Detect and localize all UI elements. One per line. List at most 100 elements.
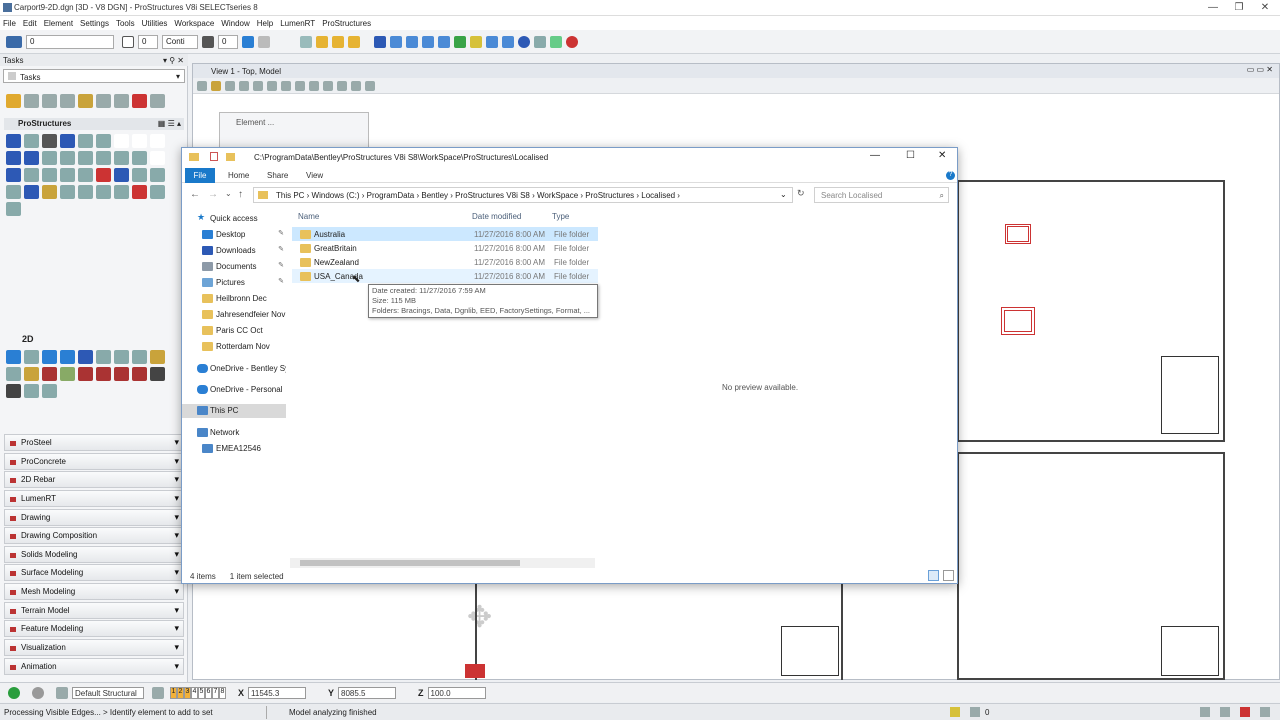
view-2-button[interactable]: 2 <box>177 686 184 699</box>
snap-mode-icon[interactable] <box>1200 707 1210 717</box>
nav-onedrive-bentley[interactable]: OneDrive - Bentley Sy <box>182 362 286 376</box>
close-icon[interactable]: ✕ <box>1252 0 1278 16</box>
pin-icon[interactable]: ✎ <box>278 229 284 237</box>
nav-paris[interactable]: Paris CC Oct <box>182 324 286 338</box>
info-icon[interactable] <box>518 35 530 48</box>
tab-view[interactable]: View <box>306 171 323 180</box>
tab-home[interactable]: Home <box>228 171 249 180</box>
filter-icon[interactable] <box>78 185 93 199</box>
group-animation[interactable]: Animation <box>4 658 184 675</box>
section-icon[interactable] <box>60 185 75 199</box>
nav-rotterdam[interactable]: Rotterdam Nov <box>182 340 286 354</box>
scissors-tool-icon[interactable] <box>150 94 165 108</box>
refresh-icon[interactable]: ↻ <box>797 188 805 199</box>
element-dialog[interactable]: Element ... <box>219 112 369 148</box>
menu-element[interactable]: Element <box>44 19 73 28</box>
move-icon[interactable] <box>316 35 328 48</box>
group-terrain-model[interactable]: Terrain Model <box>4 602 184 619</box>
align-icon[interactable] <box>348 35 360 48</box>
column-type[interactable]: Type <box>552 212 569 221</box>
prostructures-section-header[interactable]: ProStructures ▦ ☰ ▴ <box>4 118 184 130</box>
group-drawing[interactable]: Drawing <box>4 509 184 526</box>
measure-icon[interactable] <box>486 35 498 48</box>
group-solids-modeling[interactable]: Solids Modeling <box>4 546 184 563</box>
nav-pictures[interactable]: Pictures ✎ <box>182 276 286 290</box>
priority-icon[interactable] <box>258 35 270 48</box>
shape-icon[interactable] <box>24 151 39 165</box>
forward-icon[interactable]: → <box>208 189 218 200</box>
dim-icon[interactable] <box>114 185 129 199</box>
copy-icon[interactable] <box>332 35 344 48</box>
group-2d-rebar[interactable]: 2D Rebar <box>4 471 184 488</box>
view-prev-icon[interactable] <box>323 80 333 91</box>
group-mesh-modeling[interactable]: Mesh Modeling <box>4 583 184 600</box>
erase-icon[interactable] <box>132 185 147 199</box>
view-attr-icon[interactable] <box>197 80 207 91</box>
clip-icon[interactable] <box>351 80 361 91</box>
fit-view-icon[interactable] <box>281 80 291 91</box>
column-date[interactable]: Date modified <box>472 212 521 221</box>
close-icon[interactable]: ✕ <box>938 150 946 161</box>
transparency-icon[interactable] <box>242 35 254 48</box>
plan-icon[interactable] <box>78 350 93 364</box>
arrow-icon[interactable] <box>96 350 111 364</box>
query-icon[interactable] <box>114 168 129 182</box>
snap-icon[interactable] <box>502 35 514 48</box>
zoom-icon[interactable] <box>6 202 21 216</box>
zoom-out-icon[interactable] <box>253 80 263 91</box>
settings2-icon[interactable] <box>6 384 21 398</box>
scrollbar-thumb[interactable] <box>300 560 520 566</box>
properties-icon[interactable] <box>210 152 218 161</box>
help-icon[interactable]: ? <box>946 171 955 180</box>
chevron-down-icon[interactable]: ⌄ <box>225 189 232 198</box>
menu-lumenrt[interactable]: LumenRT <box>280 19 315 28</box>
menu-workspace[interactable]: Workspace <box>174 19 214 28</box>
nav-downloads[interactable]: Downloads ✎ <box>182 244 286 258</box>
list-item[interactable]: Australia 11/27/2016 8:00 AM File folder <box>292 227 598 241</box>
bolt-icon[interactable] <box>60 134 75 148</box>
hand-tool-icon[interactable] <box>78 94 93 108</box>
view-1-button[interactable]: 1 <box>170 686 177 699</box>
fence-tool-icon[interactable] <box>24 94 39 108</box>
tag-icon[interactable] <box>150 350 165 364</box>
mark-icon[interactable] <box>42 185 57 199</box>
rotate-icon[interactable] <box>24 168 39 182</box>
nav-network[interactable]: Network <box>182 426 286 440</box>
key-in-icon[interactable] <box>534 35 546 48</box>
group-proconcrete[interactable]: ProConcrete <box>4 453 184 470</box>
level-select[interactable]: 0 <box>26 34 114 49</box>
stair-icon[interactable] <box>96 134 111 148</box>
settings-icon[interactable] <box>550 35 562 48</box>
nav-this-pc[interactable]: This PC <box>182 404 286 418</box>
maximize-icon[interactable]: ❐ <box>1226 0 1252 16</box>
camera-icon[interactable] <box>365 80 375 91</box>
address-bar[interactable]: This PC › Windows (C:) › ProgramData › B… <box>253 187 793 203</box>
view-8-button[interactable]: 8 <box>219 686 226 699</box>
layout-icon[interactable] <box>6 151 21 165</box>
lock-icon[interactable] <box>950 707 960 717</box>
tag2-icon[interactable] <box>24 384 39 398</box>
sync-icon[interactable] <box>132 350 147 364</box>
line-weight-icon[interactable] <box>202 35 214 48</box>
group-lumenrt[interactable]: LumenRT <box>4 490 184 507</box>
menu-prostructures[interactable]: ProStructures <box>322 19 371 28</box>
view-3-button[interactable]: 3 <box>184 686 191 699</box>
tiles-view-icon[interactable] <box>943 570 954 581</box>
view-group-icon[interactable] <box>152 686 164 699</box>
pin-icon[interactable]: ✎ <box>278 261 284 269</box>
pan-icon[interactable] <box>309 80 319 91</box>
drawing-icon[interactable] <box>6 350 21 364</box>
line-style-select[interactable]: Conti <box>162 34 198 49</box>
levels-icon[interactable] <box>438 35 450 48</box>
menu-window[interactable]: Window <box>221 19 249 28</box>
tab-share[interactable]: Share <box>267 171 288 180</box>
view-next-icon[interactable] <box>337 80 347 91</box>
list-item[interactable]: NewZealand 11/27/2016 8:00 AM File folder <box>292 255 598 269</box>
view-box-icon[interactable] <box>24 350 39 364</box>
split-icon[interactable] <box>114 151 129 165</box>
chevron-down-icon[interactable]: ⌄ <box>780 190 787 199</box>
line-weight-value[interactable]: 0 <box>218 34 238 49</box>
weld-icon[interactable] <box>78 134 93 148</box>
move-icon[interactable] <box>6 168 21 182</box>
view-icon[interactable] <box>150 185 165 199</box>
